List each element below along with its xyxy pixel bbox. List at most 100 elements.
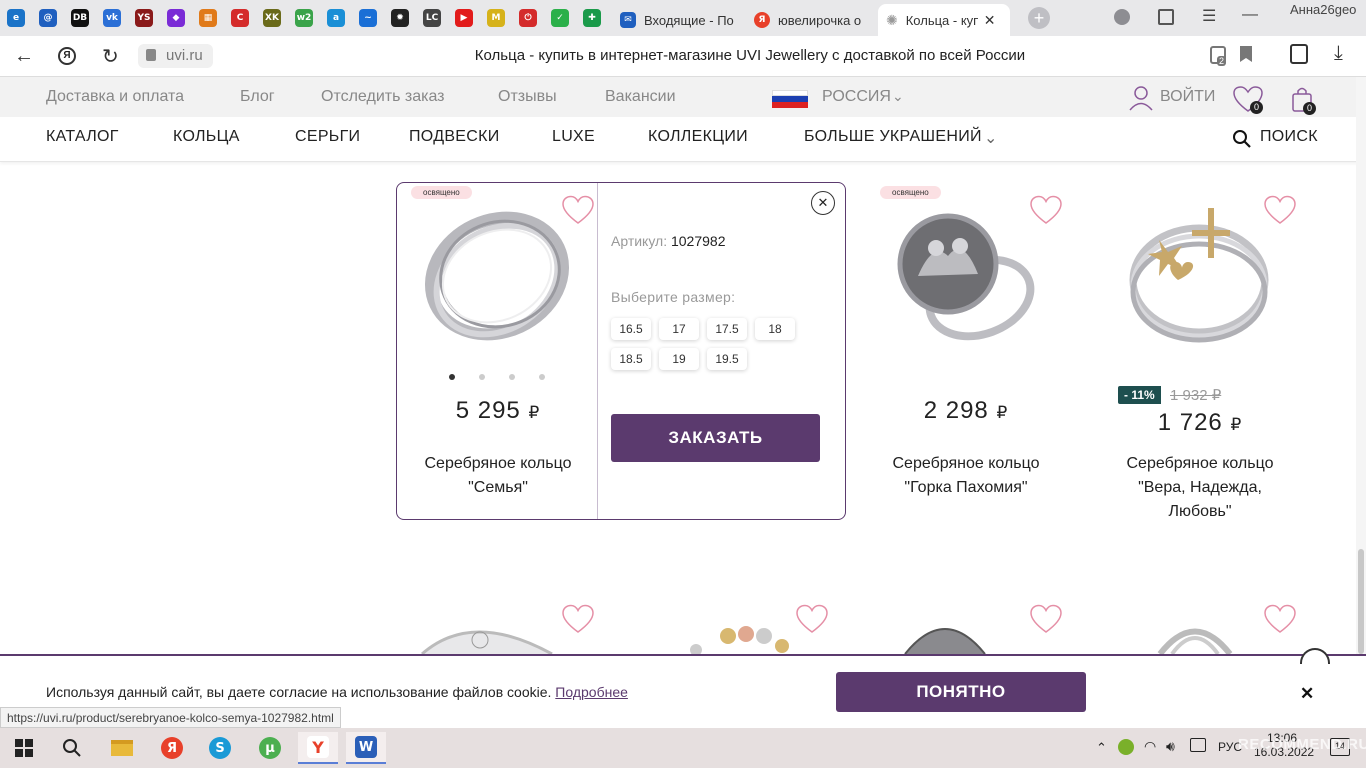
url-field[interactable]: uvi.ru [138, 44, 213, 68]
close-quickview-button[interactable]: ✕ [811, 191, 835, 215]
favicon-tab[interactable]: ✓ [544, 0, 576, 36]
tray-chevron-icon[interactable]: ⌃ [1096, 740, 1107, 756]
carousel-dot[interactable] [539, 374, 545, 380]
product-title[interactable]: Серебряное кольцо "Горка Пахомия" [866, 452, 1066, 500]
user-icon[interactable] [1128, 85, 1154, 111]
carousel-dot[interactable] [509, 374, 515, 380]
favicon-tab[interactable]: ✚ [576, 0, 608, 36]
size-option[interactable]: 19.5 [707, 348, 747, 370]
size-option[interactable]: 19 [659, 348, 699, 370]
nav-earrings[interactable]: СЕРЬГИ [295, 128, 360, 146]
favicon-tab[interactable]: XK [256, 0, 288, 36]
cookie-close-icon[interactable]: ✕ [1300, 684, 1314, 704]
back-icon[interactable]: ← [14, 45, 34, 68]
favicon-tab[interactable]: C [224, 0, 256, 36]
cookie-more-link[interactable]: Подробнее [555, 684, 628, 700]
scroll-top-button[interactable] [1300, 648, 1330, 664]
favicon-tab[interactable]: ~ [352, 0, 384, 36]
cookie-accept-button[interactable]: ПОНЯТНО [836, 672, 1086, 712]
close-tab-icon[interactable]: ✕ [984, 12, 996, 29]
yandex-app-icon[interactable]: Y [298, 732, 338, 764]
ring-image-gorka[interactable] [888, 206, 1038, 346]
favicon-tab[interactable]: LC [416, 0, 448, 36]
volume-icon[interactable]: 🔊︎ [1166, 738, 1175, 755]
chevron-down-icon[interactable]: ⌄ [984, 128, 998, 148]
yandex-logo-icon[interactable]: Я [58, 47, 76, 65]
nav-more-jewelry[interactable]: БОЛЬШЕ УКРАШЕНИЙ [804, 128, 982, 146]
chevron-down-icon[interactable]: ⌄ [892, 88, 904, 105]
scrollbar-thumb[interactable] [1358, 549, 1364, 654]
favicon-tab[interactable]: a [320, 0, 352, 36]
favicon-tab[interactable]: w2 [288, 0, 320, 36]
carousel-dot-active[interactable] [449, 374, 455, 380]
collections-icon[interactable] [1158, 9, 1174, 25]
ring-image-partial[interactable] [676, 622, 806, 654]
favorite-heart-icon[interactable] [1029, 604, 1063, 634]
nav-pendants[interactable]: ПОДВЕСКИ [409, 128, 500, 146]
size-option[interactable]: 16.5 [611, 318, 651, 340]
size-option[interactable]: 18.5 [611, 348, 651, 370]
login-link[interactable]: ВОЙТИ [1160, 88, 1215, 106]
battery-icon[interactable] [1190, 738, 1206, 752]
favicon-tab[interactable]: ✹ [384, 0, 416, 36]
favorite-heart-icon[interactable] [1263, 604, 1297, 634]
utorrent-icon[interactable]: µ [250, 732, 290, 764]
ring-image-partial[interactable] [412, 620, 562, 654]
nav-reviews[interactable]: Отзывы [498, 88, 557, 106]
ring-image-family[interactable] [412, 196, 582, 356]
file-explorer-icon[interactable] [102, 732, 142, 764]
search-icon[interactable] [1232, 129, 1252, 149]
ring-image-partial[interactable] [1150, 614, 1240, 654]
skype-icon[interactable]: S [200, 732, 240, 764]
favicon-tab[interactable]: ⏻ [512, 0, 544, 36]
favicon-tab[interactable]: DB [64, 0, 96, 36]
nav-delivery[interactable]: Доставка и оплата [46, 88, 184, 106]
new-tab-button[interactable]: + [1028, 7, 1050, 29]
size-option[interactable]: 17.5 [707, 318, 747, 340]
word-icon[interactable]: W [346, 732, 386, 764]
download-icon[interactable]: ⤓ [1334, 42, 1343, 65]
nav-collections[interactable]: КОЛЛЕКЦИИ [648, 128, 748, 146]
nav-blog[interactable]: Блог [240, 88, 275, 106]
search-icon[interactable] [52, 732, 92, 764]
favicon-tab[interactable]: M [480, 0, 512, 36]
tab-yandex[interactable]: Я ювелирочка о [746, 4, 876, 36]
favicon-tab[interactable]: e [0, 0, 32, 36]
country-select[interactable]: РОССИЯ [822, 88, 891, 106]
page-scrollbar[interactable] [1356, 77, 1366, 654]
size-option[interactable]: 18 [755, 318, 795, 340]
tab-active[interactable]: ✺ Кольца - куп ✕ [878, 4, 1010, 36]
favorite-heart-icon[interactable] [561, 604, 595, 634]
profile-avatar-icon[interactable] [1114, 9, 1130, 25]
nav-vacancies[interactable]: Вакансии [605, 88, 676, 106]
product-title[interactable]: Серебряное кольцо "Вера, Надежда, Любовь" [1100, 452, 1300, 524]
size-option[interactable]: 17 [659, 318, 699, 340]
nav-catalog[interactable]: КАТАЛОГ [46, 128, 119, 146]
tab-inbox[interactable]: ✉ Входящие - По [612, 4, 746, 36]
ring-image-partial[interactable] [900, 614, 990, 654]
ring-image-vera[interactable] [1124, 200, 1274, 350]
reload-icon[interactable]: ↻ [102, 44, 119, 69]
menu-icon[interactable]: ☰ [1202, 6, 1216, 26]
favicon-tab[interactable]: vk [96, 0, 128, 36]
russia-flag-icon[interactable] [772, 90, 808, 108]
extensions-icon[interactable] [1290, 44, 1308, 64]
product-title[interactable]: Серебряное кольцо "Семья" [398, 452, 598, 500]
search-link[interactable]: ПОИСК [1260, 128, 1318, 146]
favicon-tab[interactable]: @ [32, 0, 64, 36]
favicon-tab[interactable]: ◆ [160, 0, 192, 36]
tray-app-icon[interactable] [1118, 739, 1134, 755]
bookmark-icon[interactable] [1240, 46, 1252, 62]
yandex-browser-icon[interactable]: Я [152, 732, 192, 764]
nav-luxe[interactable]: LUXE [552, 128, 595, 146]
favicon-tab[interactable]: ▶ [448, 0, 480, 36]
wifi-icon[interactable]: ◠ [1144, 738, 1156, 755]
carousel-dot[interactable] [479, 374, 485, 380]
windows-start-icon[interactable] [4, 732, 44, 764]
nav-track-order[interactable]: Отследить заказ [321, 88, 445, 106]
minimize-icon[interactable]: — [1242, 6, 1258, 24]
nav-rings[interactable]: КОЛЬЦА [173, 128, 240, 146]
favicon-tab[interactable]: YS [128, 0, 160, 36]
favicon-tab[interactable]: ▦ [192, 0, 224, 36]
order-button[interactable]: ЗАКАЗАТЬ [611, 414, 820, 462]
